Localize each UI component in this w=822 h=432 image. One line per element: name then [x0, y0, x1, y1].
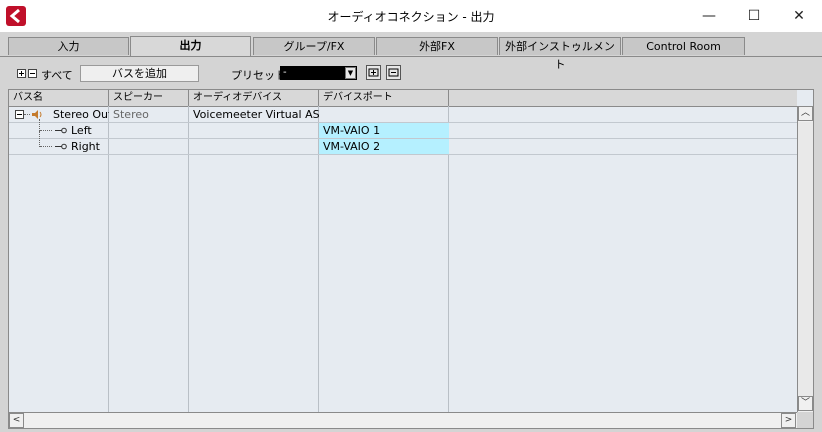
collapse-all-icon[interactable] — [28, 69, 37, 78]
bus-name[interactable]: Stereo Out — [49, 107, 109, 122]
table-row[interactable]: Stereo Out Stereo Voicemeeter Virtual AS… — [9, 107, 797, 123]
scroll-left-button[interactable]: < — [9, 413, 24, 428]
all-label: すべて — [41, 69, 73, 82]
audio-device[interactable] — [189, 123, 319, 138]
audio-device[interactable]: Voicemeeter Virtual ASIO — [189, 107, 319, 122]
column-header-bus-name[interactable]: バス名 — [9, 90, 109, 106]
close-button[interactable]: ✕ — [776, 0, 822, 32]
chevron-down-icon[interactable]: ▼ — [345, 67, 356, 79]
speaker-config[interactable] — [109, 123, 189, 138]
scrollbar-corner — [797, 412, 813, 428]
tree-line — [40, 130, 52, 132]
device-port[interactable]: VM-VAIO 1 — [319, 123, 449, 138]
add-bus-button[interactable]: バスを追加 — [80, 65, 199, 82]
window-content: 入力 出力 グループ/FX 外部FX 外部インストゥルメント Control R… — [0, 32, 822, 432]
remove-preset-button[interactable] — [386, 65, 401, 80]
minimize-button[interactable]: — — [686, 0, 732, 32]
column-header-audio-device[interactable]: オーディオデバイス — [189, 90, 319, 106]
speaker-config[interactable] — [109, 139, 189, 154]
table-header: バス名 スピーカー オーディオデバイス デバイスポート — [9, 90, 797, 107]
column-header-speaker[interactable]: スピーカー — [109, 90, 189, 106]
tab-output[interactable]: 出力 — [130, 36, 251, 56]
audio-device[interactable] — [189, 139, 319, 154]
collapse-row-icon[interactable] — [15, 110, 24, 119]
store-preset-icon — [368, 68, 379, 77]
tab-input[interactable]: 入力 — [8, 37, 129, 55]
preset-value: - — [283, 67, 287, 78]
tree-line — [40, 146, 52, 148]
channel-name[interactable]: Left — [67, 123, 109, 138]
channel-icon — [55, 143, 67, 150]
vertical-scrollbar[interactable]: ︿ ﹀ — [797, 106, 813, 412]
maximize-button[interactable]: ☐ — [731, 0, 777, 32]
toolbar: すべて バスを追加 プリセット - ▼ — [0, 64, 822, 84]
channel-icon — [55, 127, 67, 134]
title-bar: オーディオコネクション - 出力 — ☐ ✕ — [0, 0, 822, 32]
speaker-icon — [32, 110, 42, 119]
table-row[interactable]: Left VM-VAIO 1 — [9, 119, 797, 139]
column-header-device-port[interactable]: デバイスポート — [319, 90, 449, 106]
tab-external-fx[interactable]: 外部FX — [376, 37, 498, 55]
channel-name[interactable]: Right — [67, 139, 109, 154]
preset-label: プリセット — [231, 69, 286, 82]
store-preset-button[interactable] — [366, 65, 381, 80]
tree-line — [39, 131, 41, 147]
table-row[interactable]: Right VM-VAIO 2 — [9, 131, 797, 155]
expand-all-icon[interactable] — [17, 69, 26, 78]
speaker-config[interactable]: Stereo — [109, 107, 189, 122]
horizontal-scrollbar[interactable]: < > — [9, 412, 797, 428]
tree-line — [24, 114, 30, 116]
bus-table: バス名 スピーカー オーディオデバイス デバイスポート Stereo Out S… — [8, 89, 814, 429]
tab-group-fx[interactable]: グループ/FX — [253, 37, 375, 55]
scroll-right-button[interactable]: > — [781, 413, 796, 428]
preset-select[interactable]: - ▼ — [280, 66, 357, 80]
tab-external-instrument[interactable]: 外部インストゥルメント — [499, 37, 621, 71]
scroll-track[interactable] — [798, 122, 813, 396]
remove-preset-icon — [388, 68, 399, 77]
tab-divider — [0, 56, 822, 57]
tab-control-room[interactable]: Control Room — [622, 37, 745, 55]
device-port[interactable] — [319, 107, 449, 122]
scroll-down-button[interactable]: ﹀ — [798, 396, 813, 411]
device-port[interactable]: VM-VAIO 2 — [319, 139, 449, 154]
scroll-up-button[interactable]: ︿ — [798, 106, 813, 121]
